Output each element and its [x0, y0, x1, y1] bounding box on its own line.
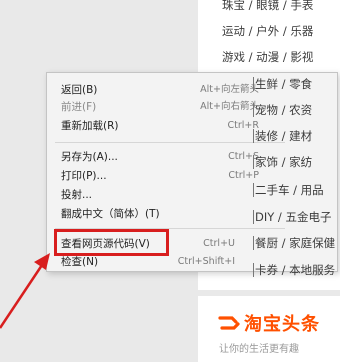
toutiao-logo-icon: [218, 316, 240, 330]
category-link[interactable]: 宠物 / 农资: [255, 99, 312, 121]
shortcut-print: Ctrl+P: [228, 170, 259, 181]
category-link[interactable]: 运动 / 户外 / 乐器: [222, 20, 313, 42]
divider: [253, 103, 254, 117]
highlight-box: [54, 229, 169, 256]
toutiao-title: 淘宝头条: [244, 314, 320, 335]
divider: [253, 236, 254, 250]
shortcut-reload: Ctrl+R: [227, 120, 259, 131]
divider: [253, 77, 254, 91]
category-link[interactable]: 装修 / 建材: [255, 125, 312, 147]
divider: [253, 183, 254, 197]
category-link[interactable]: 餐厨 / 家庭保健: [255, 232, 335, 254]
category-link[interactable]: 家饰 / 家纺: [255, 151, 312, 173]
category-link[interactable]: DIY / 五金电子: [255, 206, 331, 228]
divider: [253, 129, 254, 143]
category-link[interactable]: 珠宝 / 眼镜 / 手表: [222, 0, 313, 16]
category-link[interactable]: 卡券 / 本地服务: [255, 259, 335, 277]
category-link[interactable]: 二手车 / 用品: [255, 179, 324, 201]
category-link[interactable]: 游戏 / 动漫 / 影视: [222, 46, 313, 68]
menu-item-translate[interactable]: 翻成中文（简体）(T): [61, 205, 221, 223]
divider: [253, 263, 254, 277]
shortcut-back: Alt+向左箭头: [200, 84, 259, 95]
divider: [253, 155, 254, 169]
menu-item-cast[interactable]: 投射...: [61, 186, 221, 204]
toutiao-subtitle: 让你的生活更有趣: [219, 344, 299, 355]
menu-separator: [55, 142, 285, 143]
divider: [253, 210, 254, 224]
shortcut-save-as: Ctrl+S: [228, 151, 259, 162]
shortcut-forward: Alt+向右箭头: [200, 101, 259, 112]
category-link[interactable]: 生鲜 / 零食: [255, 73, 312, 95]
